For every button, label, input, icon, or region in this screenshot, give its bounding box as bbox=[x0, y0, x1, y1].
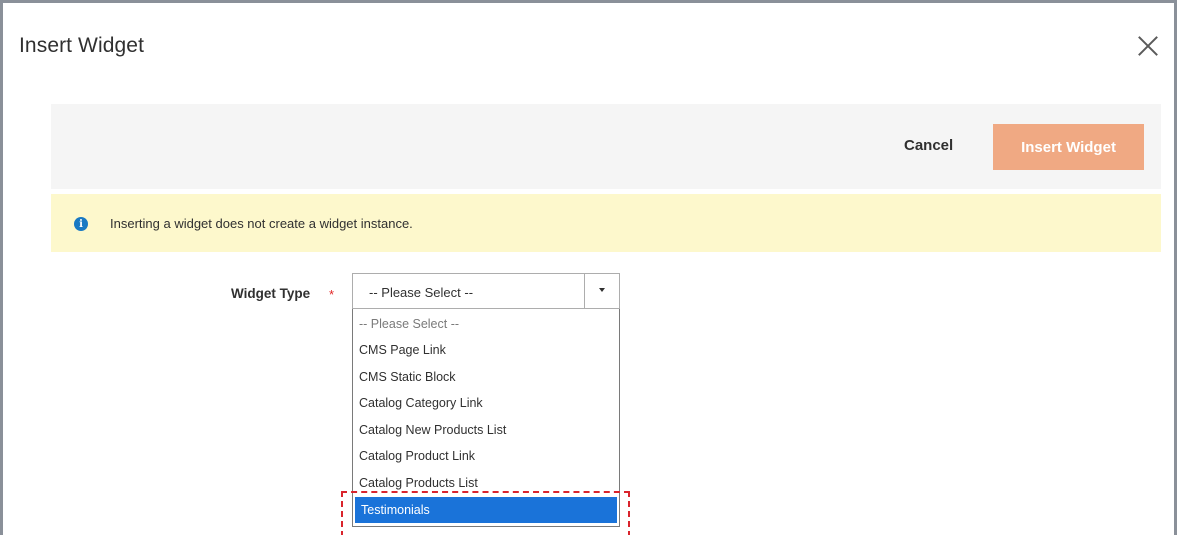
notice-text: Inserting a widget does not create a wid… bbox=[110, 216, 413, 231]
insert-widget-button[interactable]: Insert Widget bbox=[993, 124, 1144, 170]
cancel-button[interactable]: Cancel bbox=[904, 137, 953, 154]
info-notice: i Inserting a widget does not create a w… bbox=[51, 194, 1161, 252]
option-catalog-category-link[interactable]: Catalog Category Link bbox=[353, 390, 619, 416]
modal-title: Insert Widget bbox=[19, 34, 145, 57]
close-icon[interactable] bbox=[1136, 33, 1160, 57]
chevron-down-icon bbox=[599, 288, 605, 292]
widget-type-select[interactable]: -- Please Select -- bbox=[352, 273, 620, 309]
info-icon: i bbox=[74, 217, 88, 231]
option-catalog-new-products-list[interactable]: Catalog New Products List bbox=[353, 417, 619, 443]
option-cms-static-block[interactable]: CMS Static Block bbox=[353, 364, 619, 390]
required-marker: * bbox=[329, 287, 335, 302]
select-toggle[interactable] bbox=[584, 274, 619, 308]
modal-window: Insert Widget Cancel Insert Widget i Ins… bbox=[0, 0, 1177, 535]
option-catalog-product-link[interactable]: Catalog Product Link bbox=[353, 443, 619, 469]
annotation-highlight-box bbox=[341, 491, 630, 535]
option-cms-page-link[interactable]: CMS Page Link bbox=[353, 337, 619, 363]
select-value: -- Please Select -- bbox=[369, 285, 474, 300]
option-please-select[interactable]: -- Please Select -- bbox=[353, 311, 619, 337]
widget-type-label: Widget Type bbox=[231, 286, 311, 301]
